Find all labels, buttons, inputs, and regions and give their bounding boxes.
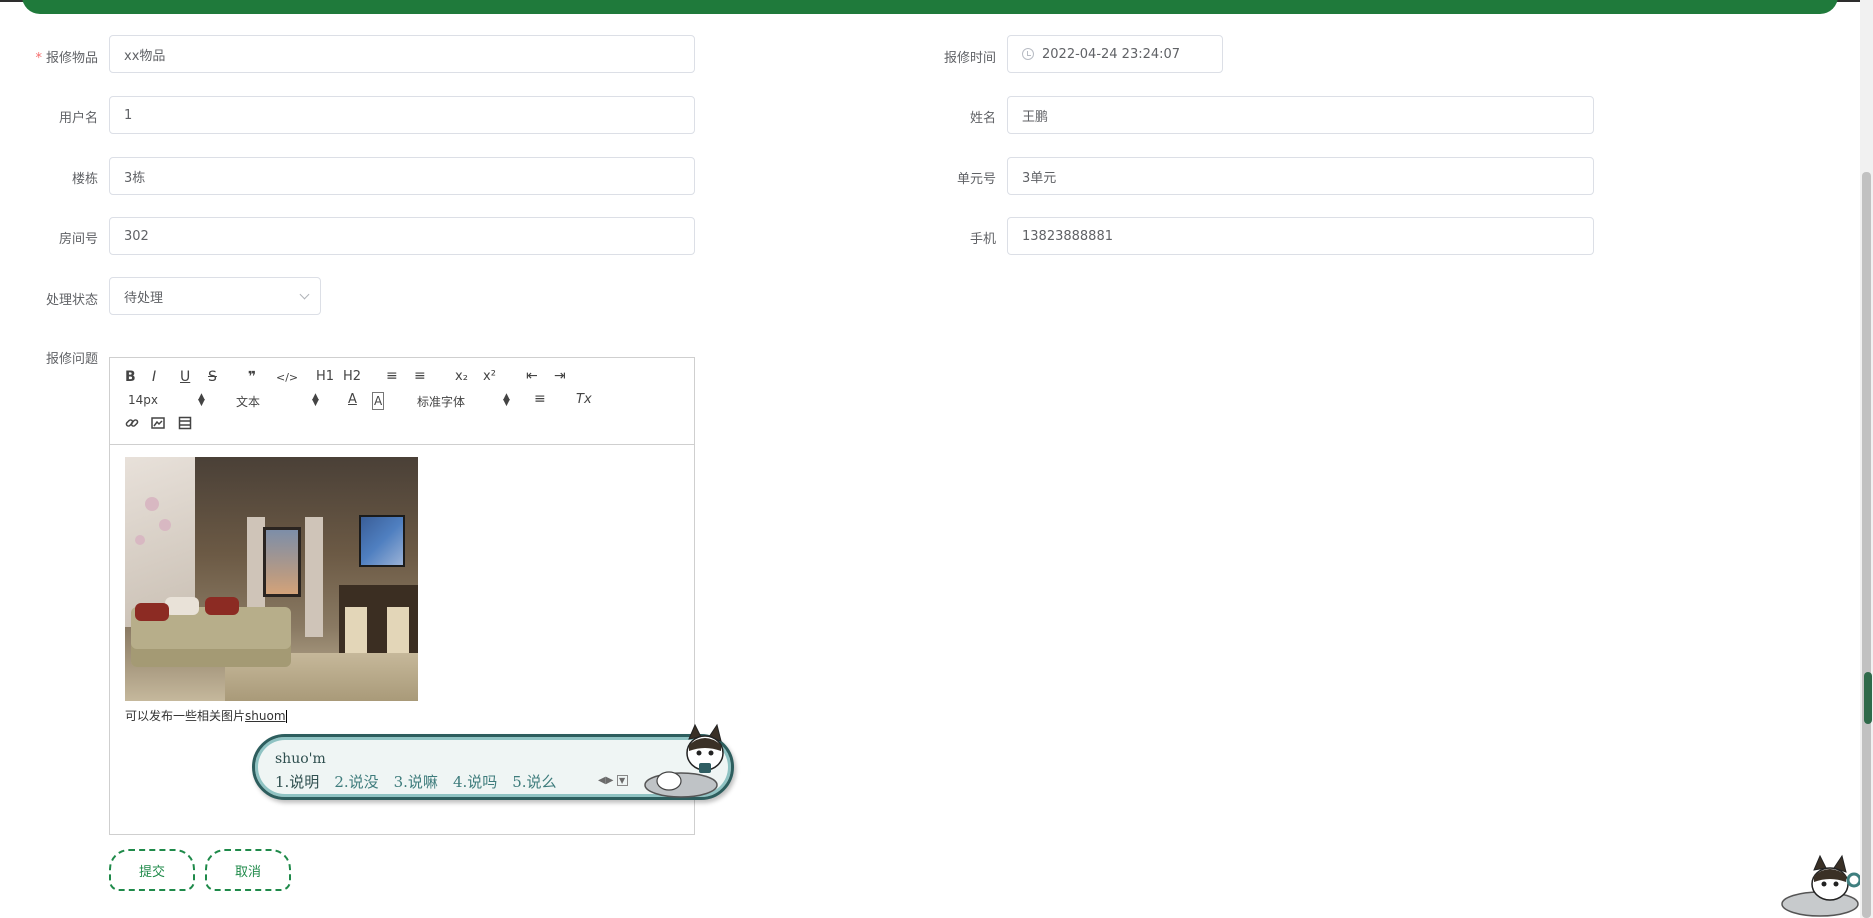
underline-button[interactable]: U <box>180 369 190 385</box>
code-block-button[interactable]: </> <box>276 370 298 386</box>
room-input[interactable]: 302 <box>109 217 695 255</box>
header-bar <box>22 0 1838 14</box>
clean-format-button[interactable]: Tx <box>576 392 592 408</box>
link-button[interactable] <box>125 416 139 434</box>
username-input[interactable]: 1 <box>109 96 695 134</box>
editor-content-text: 可以发布一些相关图片 <box>125 709 246 723</box>
h2-button[interactable]: H2 <box>343 369 361 385</box>
video-icon <box>178 416 192 430</box>
strike-button[interactable]: S <box>208 369 217 385</box>
chevron-down-icon <box>299 289 310 300</box>
image-button[interactable] <box>151 416 165 434</box>
page-scrollbar[interactable] <box>1860 0 1873 918</box>
ordered-list-button[interactable]: ≡ <box>386 368 398 384</box>
label-item-text: 报修物品 <box>45 51 98 66</box>
header-value: 文本 <box>236 395 261 409</box>
italic-button[interactable]: I <box>152 369 156 385</box>
image-icon <box>151 417 165 429</box>
report-time-picker[interactable]: 2022-04-24 23:24:07 <box>1007 35 1223 73</box>
cat-mascot-icon <box>644 723 724 798</box>
report-time-value: 2022-04-24 23:24:07 <box>1042 46 1181 62</box>
bullet-list-button[interactable]: ≡ <box>414 368 426 384</box>
label-status: 处理状态 <box>45 293 98 308</box>
font-family-select[interactable]: 标准字体 ▲ ▼ <box>417 393 512 410</box>
video-button[interactable] <box>178 416 192 434</box>
subscript-button[interactable]: x₂ <box>455 369 468 385</box>
link-icon <box>125 419 139 427</box>
label-phone: 手机 <box>969 232 996 247</box>
bold-button[interactable]: B <box>125 369 136 385</box>
header-select[interactable]: 文本 ▲ ▼ <box>236 393 321 410</box>
clock-icon <box>1022 48 1034 60</box>
ime-page-nav[interactable]: ◀▶ ▼ <box>598 775 628 786</box>
unit-value: 3单元 <box>1022 170 1057 186</box>
text-caret <box>285 710 287 723</box>
hotel-room-image <box>125 457 418 701</box>
label-problem: 报修问题 <box>45 352 98 367</box>
h1-button[interactable]: H1 <box>316 369 334 385</box>
building-input[interactable]: 3栋 <box>109 157 695 195</box>
font-size-value: 14px <box>128 393 158 407</box>
status-select[interactable]: 待处理 <box>109 277 321 315</box>
username-value: 1 <box>124 107 133 123</box>
item-input[interactable]: xx物品 <box>109 35 695 73</box>
scrollbar-thumb[interactable] <box>1862 172 1871 918</box>
cancel-button[interactable]: 取消 <box>205 849 291 891</box>
background-color-button[interactable]: A <box>372 392 385 410</box>
name-input[interactable]: 王鹏 <box>1007 96 1594 134</box>
font-size-select[interactable]: 14px ▲ ▼ <box>128 392 208 408</box>
room-value: 302 <box>124 228 149 244</box>
updown-icon: ▲ ▼ <box>198 392 205 408</box>
required-mark: * <box>35 51 42 66</box>
blockquote-button[interactable]: ❞ <box>248 369 256 385</box>
updown-icon: ▲ ▼ <box>503 392 510 408</box>
ime-candidate[interactable]: 1.说明 <box>275 773 319 791</box>
submit-button[interactable]: 提交 <box>109 849 195 891</box>
label-building: 楼栋 <box>71 172 98 187</box>
ime-composition-text: shuom <box>245 709 286 723</box>
phone-input[interactable]: 13823888881 <box>1007 217 1594 255</box>
name-value: 王鹏 <box>1022 109 1049 125</box>
align-button[interactable]: ≡ <box>534 391 546 407</box>
font-color-button[interactable]: A <box>348 392 357 408</box>
unit-input[interactable]: 3单元 <box>1007 157 1594 195</box>
scroll-decoration <box>1864 672 1872 724</box>
cat-widget-icon[interactable] <box>1770 852 1860 918</box>
status-value: 待处理 <box>124 290 164 306</box>
updown-icon: ▲ ▼ <box>312 392 319 408</box>
ime-candidate[interactable]: 4.说吗 <box>453 773 497 791</box>
editor-toolbar: B I U S ❞ </> H1 H2 ≡ ≡ x₂ x² ⇤ ⇥ 14px ▲ ▼… <box>110 358 694 445</box>
next-page-icon[interactable]: ▶ <box>606 775 614 786</box>
indent-button[interactable]: ⇥ <box>554 368 566 384</box>
item-value: xx物品 <box>124 48 166 64</box>
label-item: * 报修物品 <box>8 47 98 66</box>
label-room: 房间号 <box>58 232 98 247</box>
ime-candidate[interactable]: 2.说没 <box>334 773 378 791</box>
font-family-value: 标准字体 <box>417 395 466 409</box>
phone-value: 13823888881 <box>1022 228 1113 244</box>
ime-candidate-list: 1.说明 2.说没 3.说嘛 4.说吗 5.说么 <box>275 771 572 792</box>
building-value: 3栋 <box>124 170 146 186</box>
ime-menu-icon[interactable]: ▼ <box>616 775 628 786</box>
ime-candidate[interactable]: 5.说么 <box>512 773 556 791</box>
label-username: 用户名 <box>58 111 98 126</box>
editor-text-line: 可以发布一些相关图片shuom <box>125 707 287 724</box>
label-report-time: 报修时间 <box>943 51 996 66</box>
ime-pinyin: shuo'm <box>275 751 326 767</box>
ime-candidate-window: shuo'm 1.说明 2.说没 3.说嘛 4.说吗 5.说么 ◀▶ ▼ <box>252 723 734 800</box>
outdent-button[interactable]: ⇤ <box>526 368 538 384</box>
superscript-button[interactable]: x² <box>483 369 496 385</box>
label-unit: 单元号 <box>956 172 996 187</box>
label-name: 姓名 <box>969 111 996 126</box>
ime-candidate[interactable]: 3.说嘛 <box>394 773 438 791</box>
prev-page-icon[interactable]: ◀ <box>598 775 606 786</box>
